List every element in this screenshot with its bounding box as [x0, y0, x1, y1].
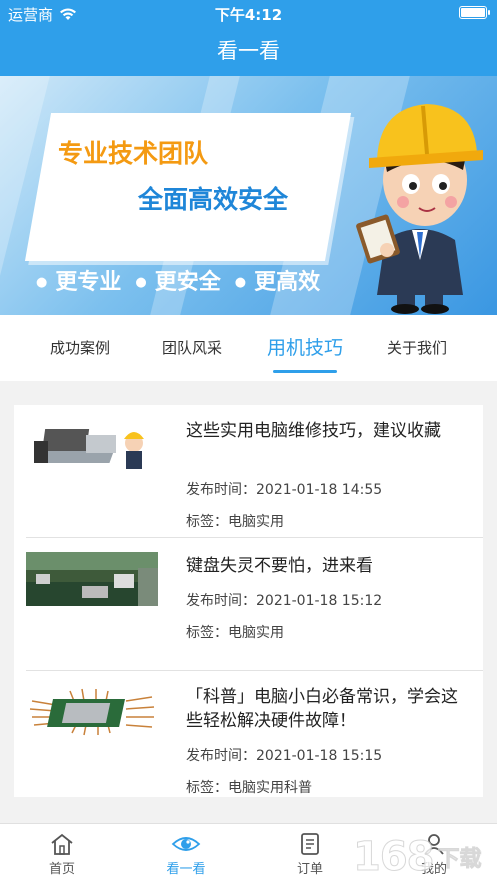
status-bar: 运营商 下午4:12	[0, 0, 497, 26]
active-tab-indicator	[273, 370, 337, 373]
bottom-tab-label: 首页	[48, 862, 75, 877]
article-title: 这些实用电脑维修技巧，建议收藏	[186, 421, 441, 441]
banner-headline: 专业技术团队	[58, 139, 209, 168]
bottom-tab-look[interactable]: 看一看	[146, 832, 226, 877]
bottom-tab-label: 看一看	[166, 862, 206, 877]
article-title: 键盘失灵不要怕，进来看	[186, 556, 373, 576]
page-title: 看一看	[217, 39, 280, 63]
article-publish-time: 发布时间：2021-01-18 14:55	[186, 482, 383, 498]
promo-banner[interactable]: 专业技术团队 全面高效安全 更专业 更安全 更高效	[0, 76, 497, 315]
status-time: 下午4:12	[214, 6, 283, 24]
computer-repair-thumbnail	[26, 423, 158, 477]
bottom-tab-home[interactable]: 首页	[22, 832, 102, 877]
slogan-3: 更高效	[235, 264, 320, 296]
worker-mascot-illustration	[356, 104, 483, 314]
category-tabs: 成功案例 团队风采 用机技巧 关于我们	[0, 315, 497, 381]
slogan-2: 更安全	[135, 264, 221, 296]
order-icon	[301, 833, 319, 855]
slogan-1: 更专业	[36, 264, 121, 296]
home-icon	[51, 833, 73, 855]
article-tags: 标签：电脑实用	[186, 514, 284, 530]
banner-slogans: 更专业 更安全 更高效	[36, 264, 356, 296]
article-publish-time: 发布时间：2021-01-18 15:15	[186, 748, 383, 764]
tab-usage-tips[interactable]: 用机技巧	[255, 315, 355, 381]
cpu-chip-thumbnail	[26, 685, 158, 739]
watermark-number: 168	[353, 834, 435, 881]
article-tags: 标签：电脑实用科普	[186, 780, 312, 796]
article-tags: 标签：电脑实用	[186, 625, 284, 641]
repair-workshop-thumbnail	[26, 552, 158, 606]
tab-success-cases[interactable]: 成功案例	[30, 315, 130, 381]
article-publish-time: 发布时间：2021-01-18 15:12	[186, 593, 383, 609]
banner-subheadline: 全面高效安全	[138, 185, 289, 214]
article-item[interactable]: 这些实用电脑维修技巧，建议收藏 发布时间：2021-01-18 14:55 标签…	[14, 405, 483, 538]
battery-icon	[459, 6, 490, 19]
article-list: 这些实用电脑维修技巧，建议收藏 发布时间：2021-01-18 14:55 标签…	[14, 405, 483, 797]
nav-bar: 看一看	[0, 26, 497, 76]
eye-icon	[171, 837, 201, 851]
article-title: 「科普」电脑小白必备常识，学会这些轻松解决硬件故障！	[186, 687, 458, 731]
bottom-tab-label: 订单	[296, 862, 323, 877]
tab-team-style[interactable]: 团队风采	[142, 315, 242, 381]
article-item[interactable]: 「科普」电脑小白必备常识，学会这些轻松解决硬件故障！ 发布时间：2021-01-…	[14, 671, 483, 797]
tab-about-us[interactable]: 关于我们	[367, 315, 467, 381]
article-item[interactable]: 键盘失灵不要怕，进来看 发布时间：2021-01-18 15:12 标签：电脑实…	[14, 538, 483, 671]
site-watermark: 168 下载	[353, 834, 482, 881]
watermark-text: 下载	[437, 847, 482, 873]
bottom-tab-orders[interactable]: 订单	[270, 832, 350, 877]
